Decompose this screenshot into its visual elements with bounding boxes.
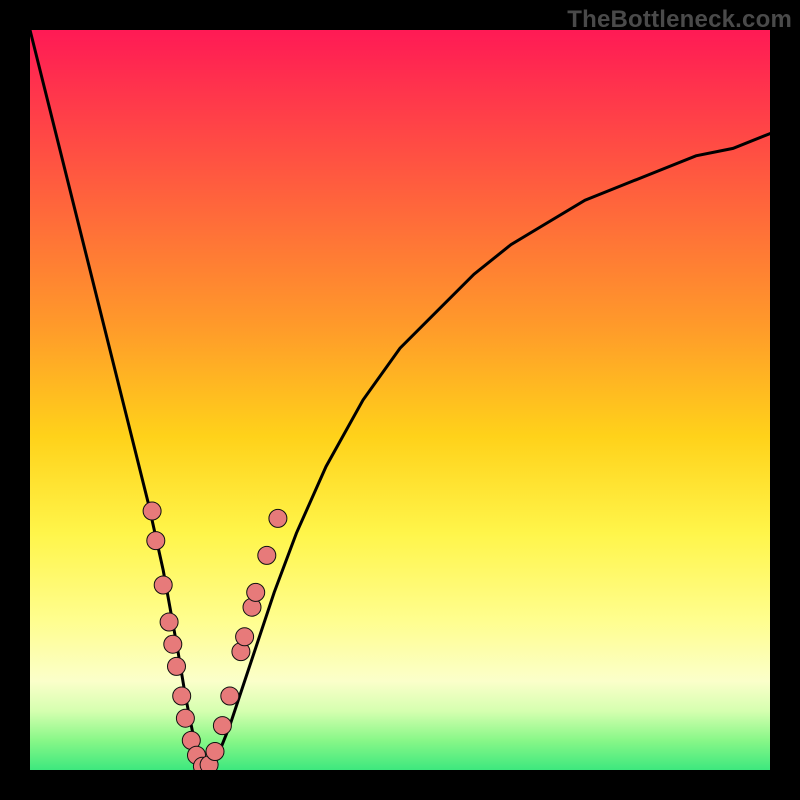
data-marker bbox=[236, 628, 254, 646]
data-marker bbox=[164, 635, 182, 653]
data-marker bbox=[154, 576, 172, 594]
data-marker bbox=[176, 709, 194, 727]
data-marker bbox=[168, 657, 186, 675]
bottleneck-curve bbox=[30, 30, 770, 770]
data-marker bbox=[173, 687, 191, 705]
curve-layer bbox=[30, 30, 770, 770]
data-markers bbox=[143, 502, 287, 770]
data-marker bbox=[213, 717, 231, 735]
data-marker bbox=[206, 743, 224, 761]
data-marker bbox=[269, 509, 287, 527]
plot-area bbox=[30, 30, 770, 770]
watermark-text: TheBottleneck.com bbox=[567, 6, 792, 34]
data-marker bbox=[221, 687, 239, 705]
data-marker bbox=[147, 532, 165, 550]
data-marker bbox=[160, 613, 178, 631]
data-marker bbox=[143, 502, 161, 520]
chart-frame: TheBottleneck.com bbox=[0, 0, 800, 800]
data-marker bbox=[258, 546, 276, 564]
data-marker bbox=[247, 583, 265, 601]
